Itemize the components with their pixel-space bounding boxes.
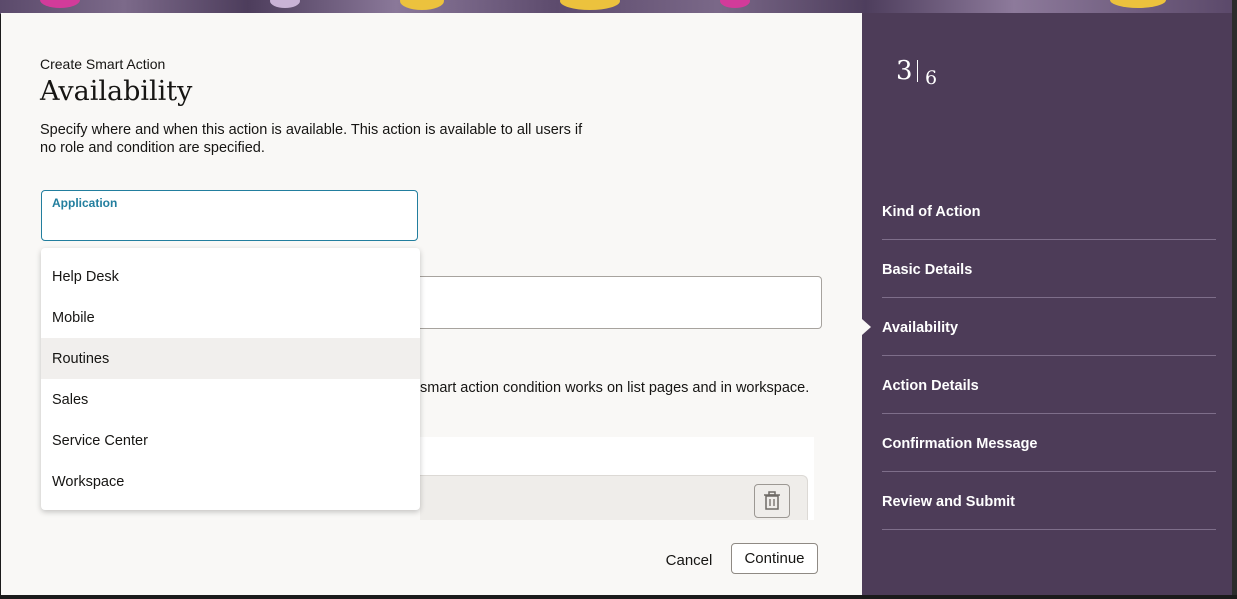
page-title: Availability — [40, 76, 193, 107]
step-kind-of-action[interactable]: Kind of Action — [882, 204, 1216, 262]
application-input[interactable] — [52, 215, 406, 233]
step-availability[interactable]: Availability — [882, 320, 1216, 378]
step-basic-details[interactable]: Basic Details — [882, 262, 1216, 320]
banner-shape — [1110, 0, 1166, 8]
step-action-details[interactable]: Action Details — [882, 378, 1216, 436]
step-separator — [882, 239, 1216, 240]
banner-shape — [270, 0, 300, 8]
step-label: Kind of Action — [882, 204, 981, 220]
step-separator — [882, 355, 1216, 356]
banner-shape — [720, 0, 750, 8]
step-review-and-submit[interactable]: Review and Submit — [882, 494, 1216, 552]
continue-button[interactable]: Continue — [731, 543, 818, 574]
application-dropdown: Help Desk Mobile Routines Sales Service … — [41, 248, 420, 510]
panel-fade — [1, 520, 862, 536]
application-field[interactable]: Application — [41, 190, 418, 241]
dropdown-option-sales[interactable]: Sales — [41, 379, 420, 420]
dropdown-option-service-center[interactable]: Service Center — [41, 420, 420, 461]
step-label: Review and Submit — [882, 494, 1015, 510]
step-separator — [882, 413, 1216, 414]
window-edge — [1232, 0, 1237, 599]
condition-row — [420, 475, 808, 520]
application-label: Application — [52, 196, 118, 210]
banner-shape — [400, 0, 444, 10]
dropdown-option-help-desk[interactable]: Help Desk — [41, 256, 420, 297]
step-separator — [882, 471, 1216, 472]
delete-condition-button[interactable] — [754, 484, 790, 518]
step-divider — [917, 60, 918, 82]
dropdown-option-mobile[interactable]: Mobile — [41, 297, 420, 338]
active-step-pointer — [862, 319, 871, 335]
condition-help-text: smart action condition works on list pag… — [420, 380, 810, 396]
banner-shape — [560, 0, 620, 10]
current-step-number: 3 — [896, 56, 913, 86]
trash-icon — [764, 491, 780, 510]
banner-shape — [40, 0, 80, 8]
step-confirmation-message[interactable]: Confirmation Message — [882, 436, 1216, 494]
step-separator — [882, 529, 1216, 530]
page-description: Specify where and when this action is av… — [40, 122, 583, 156]
step-label: Availability — [882, 320, 959, 336]
cancel-button[interactable]: Cancel — [658, 545, 720, 575]
step-label: Basic Details — [882, 262, 973, 278]
decorative-banner — [0, 0, 1237, 14]
role-field[interactable] — [420, 276, 822, 329]
total-steps-number: 6 — [925, 67, 938, 89]
step-label: Confirmation Message — [882, 436, 1038, 452]
window-edge — [0, 595, 1237, 599]
step-separator — [882, 297, 1216, 298]
wizard-eyebrow: Create Smart Action — [40, 56, 166, 72]
dropdown-option-routines[interactable]: Routines — [41, 338, 420, 379]
dropdown-option-workspace[interactable]: Workspace — [41, 461, 420, 502]
step-label: Action Details — [882, 378, 979, 394]
